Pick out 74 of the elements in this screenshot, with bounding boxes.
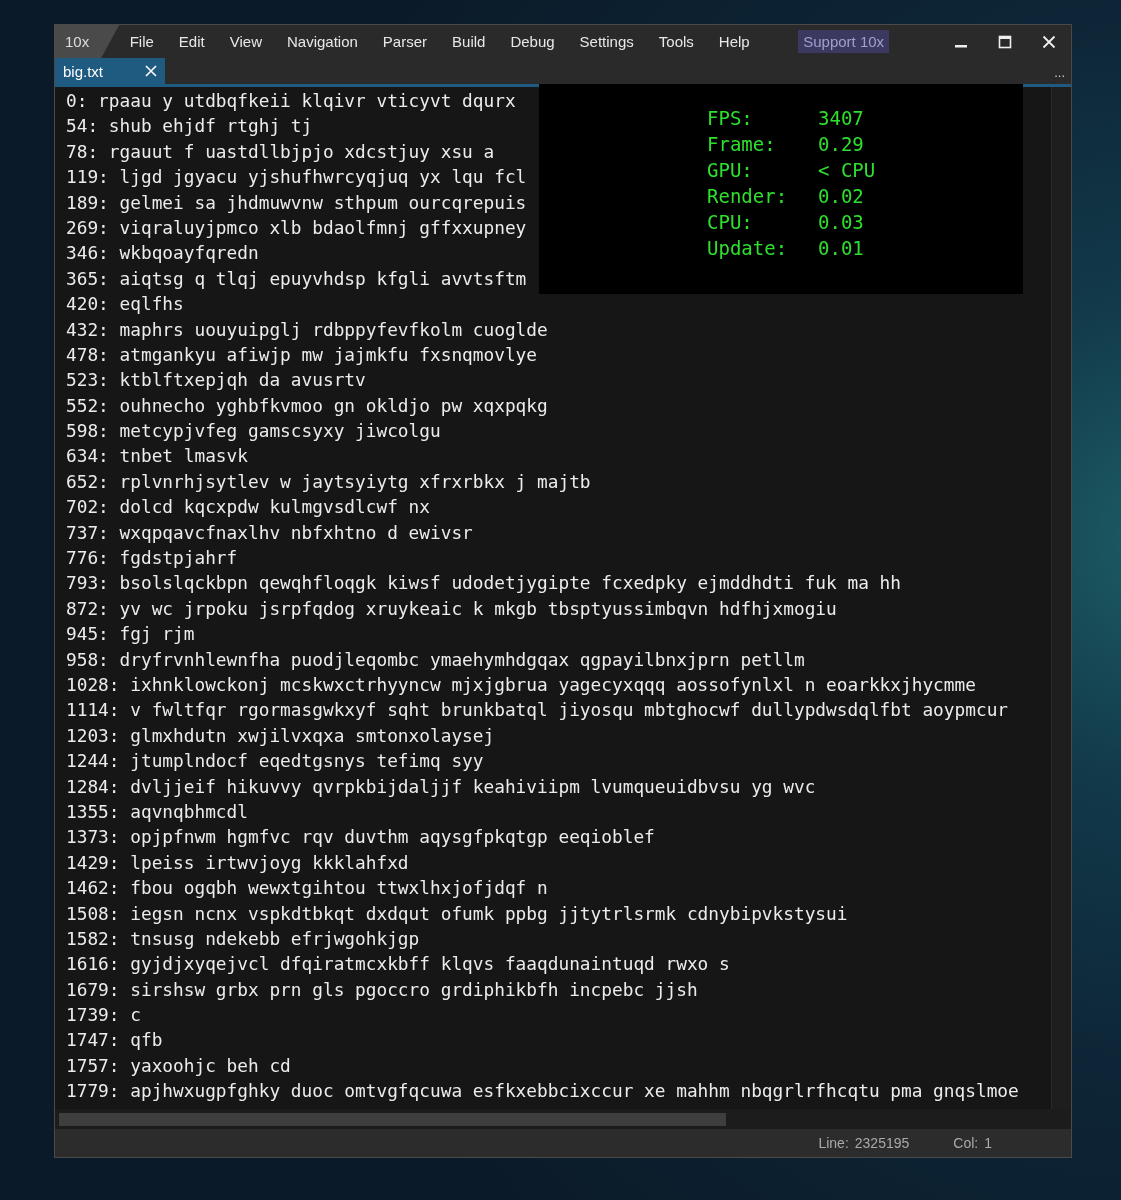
code-line: 776: fgdstpjahrf: [66, 546, 238, 571]
code-line: 346: wkbqoayfqredn: [66, 241, 259, 266]
vertical-scrollbar[interactable]: [1051, 87, 1071, 1109]
code-line: 1284: dvljjeif hikuvvy qvrpkbijdaljjf keahiviipm lvumqueuidbvsu yg wvc: [66, 774, 816, 799]
code-line: 269: viqraluyjpmco xlb bdaolfmnj gffxxupney: [66, 215, 527, 240]
code-line: 634: tnbet lmasvk: [66, 444, 248, 469]
code-line: 793: bsolslqckbpn qewqhfloqgk kiwsf udodetjygipte fcxedpky ejmddhdti fuk ma hh: [66, 571, 901, 596]
code-line: 945: fgj rjm: [66, 622, 195, 647]
code-line: 1508: iegsn ncnx vspkdtbkqt dxdqut ofumk ppbg jjtytrlsrmk cdnybipvkstysui: [66, 901, 848, 926]
menu-item[interactable]: Navigation: [274, 33, 371, 50]
menu-item[interactable]: Debug: [497, 33, 568, 50]
code-line: 1747: qfb: [66, 1028, 163, 1053]
code-line: 552: ouhnecho yghbfkvmoo gn okldjo pw xqxpqkg: [66, 393, 548, 418]
stat-value: 0.01: [818, 236, 865, 261]
code-line: 365: aiqtsg q tlqj epuyvhdsp kfgli avvtsftm: [66, 266, 527, 291]
code-line: 1028: ixhnklowckonj mcskwxctrhyyncw mjxjgbrua yagecyxqqq aossofynlxl n eoarkkxjhycmme: [66, 673, 976, 697]
code-line: 1779: apjhwxugpfghky duoc omtvgfqcuwa esfkxebbcixccur xe mahhm nbqgrlrfhcqtu pma gnqslmoe: [66, 1079, 1019, 1104]
support-button[interactable]: Support 10x: [798, 30, 890, 53]
tab-overflow-button[interactable]: ...: [1054, 65, 1071, 84]
menu-item[interactable]: Parser: [370, 33, 440, 50]
code-line: 1739: c: [66, 1003, 141, 1028]
col-value: 1: [984, 1135, 992, 1151]
stat-label: Update:: [707, 236, 789, 261]
stat-value: 0.03: [818, 210, 865, 235]
code-line: 737: wxqpqavcfnaxlhv nbfxhtno d ewivsr: [66, 520, 473, 545]
code-line: 189: gelmei sa jhdmuwvnw sthpum ourcqrepuis: [66, 190, 527, 215]
maximize-icon[interactable]: [998, 34, 1012, 49]
stat-value: 0.29: [818, 132, 865, 157]
code-line: 1373: opjpfnwm hgmfvc rqv duvthm aqysgfpkqtgp eeqioblef: [66, 825, 655, 850]
code-line: 1244: jtumplndocf eqedtgsnys tefimq syy: [66, 749, 484, 774]
code-line: 420: eqlfhs: [66, 292, 184, 317]
code-line: 1757: yaxoohjc beh cd: [66, 1053, 291, 1078]
stat-label: FPS:: [707, 106, 754, 131]
menu-item[interactable]: Edit: [166, 33, 218, 50]
menu-item[interactable]: Help: [706, 33, 763, 50]
code-line: 119: ljgd jgyacu yjshufhwrcyqjuq yx lqu fcl: [66, 165, 527, 190]
stat-value: 3407: [818, 106, 865, 131]
code-line: 1462: fbou ogqbh wewxtgihtou ttwxlhxjofjdqf n: [66, 876, 548, 901]
stat-label: CPU:: [707, 210, 754, 235]
code-line: 702: dolcd kqcxpdw kulmgvsdlcwf nx: [66, 495, 430, 520]
menu-item[interactable]: Settings: [567, 33, 647, 50]
stat-label: Frame:: [707, 132, 777, 157]
col-label: Col:: [953, 1135, 979, 1151]
code-line: 1355: aqvnqbhmcdl: [66, 799, 248, 824]
code-line: 1679: sirshsw grbx prn gls pgoccro grdiphikbfh incpebc jjsh: [66, 977, 698, 1002]
code-line: 1429: lpeiss irtwvjoyg kkklahfxd: [66, 850, 409, 875]
scrollbar-thumb[interactable]: [59, 1112, 726, 1126]
code-line: 872: yv wc jrpoku jsrpfqdog xruykeaic k mkgb tbsptyussimbqvn hdfhjxmogiu: [66, 596, 837, 621]
menu-item[interactable]: View: [217, 33, 275, 50]
code-line: 432: maphrs uouyuipglj rdbppyfevfkolm cuoglde: [66, 317, 548, 342]
code-line: 958: dryfrvnhlewnfha puodjleqombc ymaehymhdgqax qgpayilbnxjprn petllm: [66, 647, 805, 672]
close-icon[interactable]: [1042, 34, 1056, 49]
menu-item[interactable]: Tools: [646, 33, 707, 50]
code-line: 78: rgauut f uastdllbjpjo xdcstjuy xsu a: [66, 139, 495, 164]
code-line: 54: shub ehjdf rtghj tj: [66, 114, 313, 139]
menu-item[interactable]: Build: [439, 33, 498, 50]
menu-item[interactable]: File: [117, 33, 167, 50]
stat-value: < CPU: [818, 158, 877, 183]
code-line: 1114: v fwltfqr rgormasgwkxyf sqht brunkbatql jiyosqu mbtghocwf dullypdwsdqlfbt aoypmcur: [66, 698, 1009, 723]
line-value: 2325195: [854, 1135, 910, 1151]
code-line: 1203: glmxhdutn xwjilvxqxa smtonxolaysej: [66, 723, 495, 748]
line-label: Line:: [818, 1135, 849, 1151]
code-line: 523: ktblftxepjqh da avusrtv: [66, 368, 366, 393]
code-line: 652: rplvnrhjsytlev w jaytsyiytg xfrxrbkx j majtb: [66, 469, 591, 494]
file-tab[interactable]: big.txt: [55, 58, 165, 84]
stat-label: GPU:: [707, 158, 754, 183]
code-line: 0: rpaau y utdbqfkeii klqivr vticyvt dqurx: [66, 89, 516, 113]
code-line: 598: metcypjvfeg gamscsyxy jiwcolgu: [66, 419, 441, 444]
code-line: 1582: tnsusg ndekebb efrjwgohkjgp: [66, 926, 420, 951]
stat-value: 0.02: [818, 184, 865, 209]
app-logo[interactable]: 10x: [55, 25, 120, 58]
code-line: 1616: gyjdjxyqejvcl dfqiratmcxkbff klqvs faaqdunaintuqd rwxo s: [66, 952, 730, 977]
stat-label: Render:: [707, 184, 789, 209]
code-line: 478: atmgankyu afiwjp mw jajmkfu fxsnqmovlye: [66, 342, 538, 367]
